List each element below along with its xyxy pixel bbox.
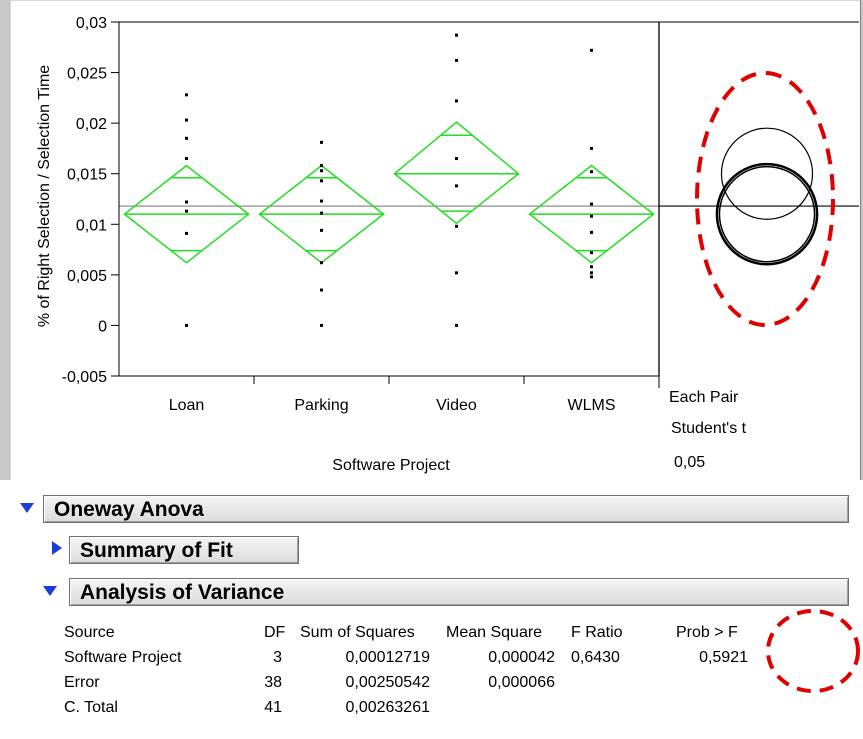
cell-sum-of-squares: 0,00012719 bbox=[345, 648, 430, 666]
data-point bbox=[185, 93, 188, 97]
anova-table: Source DF Sum of Squares Mean Square F R… bbox=[64, 620, 748, 720]
data-point bbox=[590, 202, 593, 206]
disclosure-down-icon[interactable] bbox=[43, 586, 57, 596]
cell-prob-f: 0,5921 bbox=[699, 648, 748, 666]
cell-f-ratio: 0,6430 bbox=[571, 648, 620, 666]
data-point bbox=[455, 224, 458, 228]
cell-mean-square bbox=[446, 695, 571, 720]
data-point bbox=[455, 157, 458, 161]
comparison-circle bbox=[718, 165, 816, 263]
disclosure-right-icon[interactable] bbox=[52, 541, 62, 555]
y-tick-label: 0,03 bbox=[76, 15, 107, 32]
data-point bbox=[590, 275, 593, 279]
means-diamond bbox=[393, 121, 520, 225]
data-point bbox=[590, 251, 593, 255]
oneway-plot-panel: 0,03 0,025 0,02 0,015 0,01 0,005 0 -0,005 Loan Pa… bbox=[10, 0, 861, 481]
cell-sum-of-squares: 0,00250542 bbox=[345, 673, 430, 691]
x-axis-label: Software Project bbox=[332, 457, 450, 474]
data-point bbox=[185, 323, 188, 327]
data-point bbox=[455, 99, 458, 103]
data-point bbox=[320, 211, 323, 215]
plot-area-border bbox=[118, 21, 660, 377]
oneway-anova-header[interactable]: Oneway Anova bbox=[43, 495, 849, 523]
data-point bbox=[185, 209, 188, 213]
cell-sum-of-squares: 0,00263261 bbox=[345, 698, 430, 716]
cell-prob-f bbox=[676, 695, 748, 720]
summary-of-fit-title: Summary of Fit bbox=[80, 539, 233, 562]
data-point bbox=[590, 271, 593, 275]
cell-f-ratio bbox=[571, 695, 676, 720]
y-tick-label: -0,005 bbox=[62, 369, 107, 386]
header-f-ratio: F Ratio bbox=[571, 623, 623, 641]
data-point bbox=[455, 323, 458, 327]
y-tick-label: 0,02 bbox=[76, 116, 107, 133]
header-df: DF bbox=[264, 623, 286, 641]
y-tick-label: 0,01 bbox=[76, 217, 107, 234]
cell-df: 41 bbox=[264, 698, 282, 716]
data-point bbox=[320, 179, 323, 183]
data-point bbox=[590, 170, 593, 174]
table-row: Error 38 0,00250542 0,000066 bbox=[64, 670, 748, 695]
data-point bbox=[455, 271, 458, 275]
x-tick-label: Video bbox=[436, 397, 477, 414]
x-tick-label: Loan bbox=[169, 397, 205, 414]
y-tick-label: 0,015 bbox=[67, 167, 107, 184]
comparison-circle bbox=[716, 163, 818, 265]
data-point bbox=[455, 33, 458, 37]
header-prob-f: Prob > F bbox=[676, 623, 738, 641]
table-row: C. Total 41 0,00263261 bbox=[64, 695, 748, 720]
cell-mean-square: 0,000066 bbox=[488, 673, 555, 691]
data-point bbox=[590, 265, 593, 269]
data-point bbox=[320, 288, 323, 292]
header-source: Source bbox=[64, 623, 115, 641]
data-point bbox=[455, 58, 458, 62]
comparison-label-test: Student's t bbox=[671, 420, 747, 437]
data-point bbox=[320, 261, 323, 265]
analysis-of-variance-title: Analysis of Variance bbox=[80, 581, 285, 604]
cell-source: Software Project bbox=[64, 648, 182, 666]
cell-df: 38 bbox=[264, 673, 282, 691]
data-point bbox=[590, 48, 593, 52]
data-point bbox=[320, 169, 323, 173]
data-point bbox=[320, 199, 323, 203]
cell-df: 3 bbox=[273, 648, 282, 666]
y-axis-label: % of Right Selection / Selection Time bbox=[36, 65, 53, 327]
x-tick-label: WLMS bbox=[568, 397, 616, 414]
table-row: Software Project 3 0,00012719 0,000042 0… bbox=[64, 645, 748, 670]
x-tick-label: Parking bbox=[294, 397, 348, 414]
comparison-circle bbox=[715, 162, 819, 266]
header-sum-of-squares: Sum of Squares bbox=[300, 623, 415, 641]
data-point bbox=[320, 323, 323, 327]
header-mean-square: Mean Square bbox=[446, 623, 543, 641]
comparison-label-method: Each Pair bbox=[669, 389, 739, 406]
data-point bbox=[590, 214, 593, 218]
cell-source: C. Total bbox=[64, 698, 118, 716]
data-point bbox=[185, 200, 188, 204]
data-point bbox=[320, 164, 323, 168]
cell-source: Error bbox=[64, 673, 100, 691]
summary-of-fit-header[interactable]: Summary of Fit bbox=[69, 536, 299, 564]
y-tick-label: 0,005 bbox=[67, 268, 107, 285]
data-point bbox=[320, 140, 323, 144]
cell-mean-square: 0,000042 bbox=[488, 648, 555, 666]
data-point bbox=[320, 228, 323, 232]
data-point bbox=[185, 136, 188, 140]
cell-f-ratio bbox=[571, 670, 676, 695]
y-tick-label: 0,025 bbox=[67, 66, 107, 83]
data-point bbox=[590, 230, 593, 234]
cell-prob-f bbox=[676, 670, 748, 695]
oneway-anova-title: Oneway Anova bbox=[54, 498, 204, 521]
data-point bbox=[185, 231, 188, 235]
data-point bbox=[590, 146, 593, 150]
comparison-label-alpha: 0,05 bbox=[674, 454, 705, 471]
data-point bbox=[185, 157, 188, 161]
disclosure-down-icon[interactable] bbox=[20, 503, 34, 513]
y-tick-label: 0 bbox=[98, 318, 107, 335]
oneway-plot: 0,03 0,025 0,02 0,015 0,01 0,005 0 -0,005 Loan Pa… bbox=[36, 15, 859, 474]
data-point bbox=[455, 184, 458, 188]
data-point bbox=[185, 118, 188, 122]
table-header-row: Source DF Sum of Squares Mean Square F R… bbox=[64, 620, 748, 645]
analysis-of-variance-header[interactable]: Analysis of Variance bbox=[69, 578, 849, 606]
